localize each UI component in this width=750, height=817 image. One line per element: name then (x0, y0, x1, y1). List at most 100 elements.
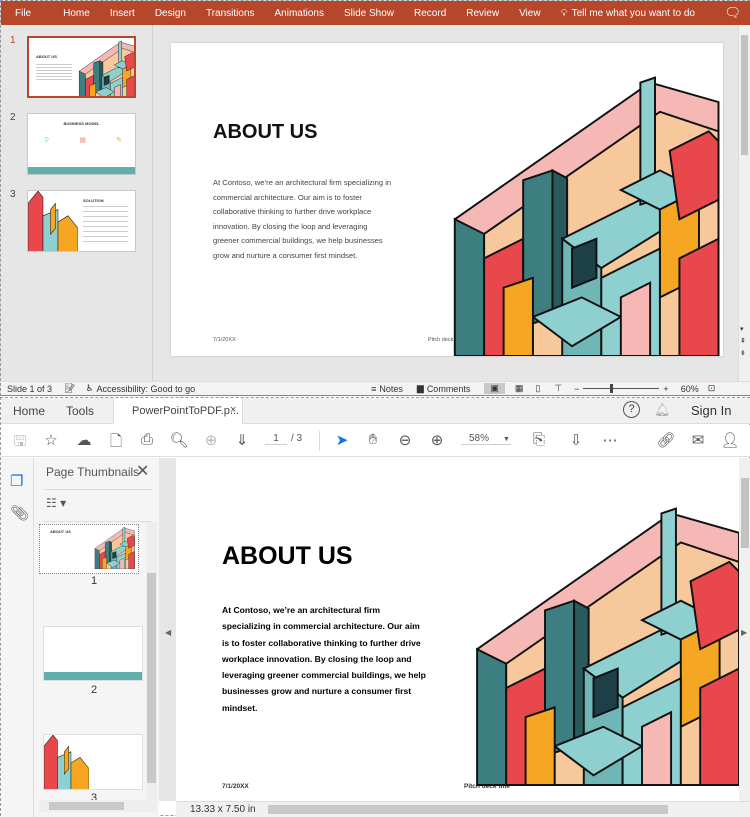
collapse-right-pane-icon[interactable]: ▶ (741, 628, 747, 637)
scroll-thumb[interactable] (741, 35, 748, 155)
page-number-input[interactable]: 1 (265, 433, 287, 445)
collapse-left-pane-icon[interactable]: ◀ (165, 628, 171, 637)
bookmark-star-icon[interactable]: ☆ (41, 431, 61, 449)
thumbnail-options-icon[interactable]: ☷ ▾ (46, 496, 66, 510)
page-label: 1 (91, 575, 98, 587)
panel-title: Page Thumbnails (46, 465, 140, 479)
pdf-thumbnail-1[interactable]: ABOUT US (39, 524, 139, 574)
lightbulb-icon: 💡︎ (560, 7, 568, 19)
zoom-level[interactable]: 60% (681, 384, 699, 394)
document-tab-label: PowerPointToPDF.p... (132, 405, 239, 417)
email-icon[interactable]: ✉ (688, 431, 708, 449)
tab-animations[interactable]: Animations (265, 8, 334, 19)
next-page-icon[interactable]: ⇓ (232, 431, 252, 449)
search-icon[interactable]: 🔍︎ (169, 431, 189, 449)
scroll-mode-icon[interactable]: ⇩ (566, 431, 586, 449)
print-icon[interactable]: ⎙ (137, 431, 157, 448)
thumbnail-vertical-scrollbar[interactable] (146, 522, 157, 800)
normal-view-button[interactable]: ▣ (484, 383, 505, 394)
tab-view[interactable]: View (509, 8, 551, 19)
notifications-bell-icon[interactable]: 🔔︎ (654, 402, 671, 418)
attachments-paperclip-icon[interactable]: 📎︎ (10, 504, 29, 522)
zoom-out-icon[interactable]: ⊖ (395, 431, 415, 449)
tab-home[interactable]: Home (13, 404, 45, 418)
slide-thumbnail-3[interactable]: SOLUTION (27, 190, 136, 252)
slide-sorter-button[interactable]: ▦ (515, 383, 524, 394)
zoom-value: 58% (469, 433, 490, 444)
slide-thumbnail-1[interactable]: ABOUT US (27, 36, 136, 98)
tab-home[interactable]: Home (53, 8, 100, 19)
notes-button[interactable]: Notes (379, 384, 403, 394)
slide-thumbnail-2[interactable]: BUSINESS MODEL ⚲ ▦ ✎ (27, 113, 136, 175)
city-illustration (69, 38, 136, 98)
scroll-down-icon[interactable]: ▾ (740, 325, 744, 333)
divider (44, 521, 152, 522)
protect-file-icon[interactable]: 🗋 (106, 431, 126, 456)
add-user-icon[interactable]: 👤︎ (720, 431, 740, 449)
thumb-title: ABOUT US (50, 529, 71, 534)
tell-me-search[interactable]: Tell me what you want to do (572, 8, 705, 19)
pdf-page[interactable]: ABOUT US At Contoso, we’re an architectu… (176, 458, 739, 801)
next-slide-icon[interactable]: ⇟ (740, 349, 746, 357)
thumb-title: SOLUTION (83, 198, 104, 203)
horizontal-scroll-thumb[interactable] (268, 805, 668, 814)
tab-file[interactable]: File (1, 8, 41, 19)
accessibility-status[interactable]: Accessibility: Good to go (97, 384, 196, 394)
zoom-in-button[interactable]: + (663, 384, 668, 394)
vertical-scrollbar[interactable]: ▾ ⇞ ⇟ (738, 25, 750, 381)
previous-page-icon[interactable]: ⊕ (201, 431, 221, 449)
scroll-thumb[interactable] (147, 573, 156, 783)
city-illustration (44, 735, 89, 790)
document-vertical-scrollbar[interactable]: ▶ (739, 458, 750, 801)
share-link-icon[interactable]: 🔗︎ (656, 431, 676, 449)
scroll-thumb[interactable] (49, 802, 124, 810)
tab-review[interactable]: Review (456, 8, 509, 19)
more-tools-icon[interactable]: ⋯ (600, 431, 620, 449)
previous-slide-icon[interactable]: ⇞ (740, 337, 746, 345)
zoom-slider[interactable] (583, 384, 660, 393)
page-thumbnails-panel: Page Thumbnails ✕ ☷ ▾ ABOUT US 1 2 3 (34, 458, 159, 817)
scroll-thumb[interactable] (741, 478, 749, 548)
powerpoint-window: File Home Insert Design Transitions Anim… (0, 0, 750, 396)
zoom-in-icon[interactable]: ⊕ (427, 431, 447, 449)
slide-number: 3 (10, 189, 16, 200)
tab-insert[interactable]: Insert (100, 8, 145, 19)
zoom-out-button[interactable]: − (574, 384, 579, 394)
pdf-thumbnail-2[interactable] (43, 626, 143, 681)
comments-icon[interactable]: 🗨︎ (714, 5, 750, 21)
tab-record[interactable]: Record (404, 8, 456, 19)
select-cursor-icon[interactable]: ➤ (332, 431, 352, 449)
slide-title[interactable]: ABOUT US (213, 121, 317, 144)
tab-design[interactable]: Design (145, 8, 196, 19)
close-panel-icon[interactable]: ✕ (136, 461, 149, 481)
acrobat-tab-bar: Home Tools PowerPointToPDF.p... × ? 🔔︎ S… (1, 398, 750, 424)
slideshow-button[interactable]: ⊤ (554, 383, 562, 394)
thumb-icons: ⚲ ▦ ✎ (44, 137, 122, 144)
tab-transitions[interactable]: Transitions (196, 8, 265, 19)
tab-tools[interactable]: Tools (66, 404, 94, 418)
slide-number: 2 (10, 112, 16, 123)
comments-button[interactable]: Comments (427, 384, 471, 394)
city-illustration (421, 63, 723, 356)
acrobat-toolbar: 🖫 ☆ ☁ 🗋 ⎙ 🔍︎ ⊕ ⇓ 1 / 3 ➤ ✋︎ ⊖ ⊕ 58% ▼ ⎘ ⇩… (1, 425, 750, 457)
zoom-select[interactable]: 58% ▼ (461, 433, 511, 445)
status-bar: Slide 1 of 3 📝︎ ♿︎ Accessibility: Good t… (1, 381, 750, 396)
page-thumbnails-icon[interactable]: ❐ (10, 472, 23, 490)
thumbnail-horizontal-scrollbar[interactable] (39, 800, 157, 812)
spellcheck-icon[interactable]: 📝︎ (64, 383, 75, 394)
reading-view-button[interactable]: ▯ (535, 383, 540, 394)
save-icon[interactable]: 🖫 (10, 431, 30, 456)
help-icon[interactable]: ? (623, 401, 640, 418)
slide-canvas[interactable]: ABOUT US At Contoso, we’re an architectu… (171, 43, 723, 356)
page-fit-icon[interactable]: ⎘ (529, 431, 549, 448)
tab-document[interactable]: PowerPointToPDF.p... × (113, 398, 243, 424)
slide-body[interactable]: At Contoso, we’re an architectural firm … (213, 176, 393, 264)
tab-slide-show[interactable]: Slide Show (334, 8, 404, 19)
upload-cloud-icon[interactable]: ☁ (74, 431, 94, 449)
sign-in-button[interactable]: Sign In (691, 403, 731, 418)
notes-icon: ≡ (371, 383, 377, 394)
close-tab-icon[interactable]: × (230, 404, 236, 416)
hand-tool-icon[interactable]: ✋︎ (363, 431, 383, 448)
pdf-thumbnail-3[interactable] (43, 734, 143, 790)
fit-slide-icon[interactable]: ⊡ (708, 383, 716, 394)
